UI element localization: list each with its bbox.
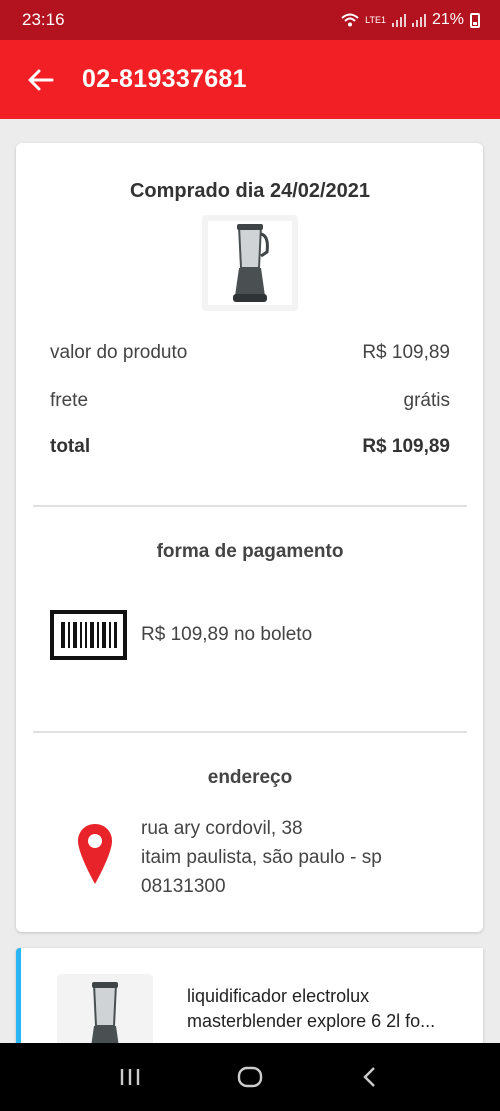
item-name-line2: masterblender explore 6 2l fo... [187,1011,436,1031]
product-value-label: valor do produto [50,342,188,363]
shipping-amount: grátis [403,390,450,411]
item-name: liquidificador electrolux masterblender … [187,984,467,1034]
address-line3: 08131300 [141,876,226,897]
barcode-icon [50,610,127,660]
purchase-date: Comprado dia 24/02/2021 [129,180,371,202]
back-button[interactable] [26,65,56,95]
system-nav-bar [0,1043,500,1111]
item-name-line1: liquidificador electrolux [187,986,370,1006]
battery-icon [470,12,480,28]
signal-icon-2 [411,13,426,27]
shipping-label: frete [50,390,89,411]
status-time: 23:16 [22,10,65,29]
divider [33,505,467,507]
total-row: total R$ 109,89 [50,436,450,458]
total-label: total [50,436,91,457]
signal-icon [391,13,406,27]
wifi-icon [341,13,359,27]
recent-apps-button[interactable] [110,1057,150,1097]
divider [33,731,467,733]
shipping-row: frete grátis [50,390,450,412]
battery-percent: 21% [431,11,464,28]
product-value-row: valor do produto R$ 109,89 [50,342,450,364]
network-label: LTE1 [365,14,386,25]
status-bar: 23:16 LTE1 21% [0,0,500,40]
home-icon [237,1066,263,1088]
location-pin-icon [78,824,112,884]
delivery-address: rua ary cordovil, 38 itaim paulista, são… [141,814,382,901]
address-line2: itaim paulista, são paulo - sp [141,847,382,868]
address-section-title: endereço [207,767,293,788]
product-thumbnail[interactable] [202,215,298,311]
payment-method-text: R$ 109,89 no boleto [141,624,313,645]
chevron-left-icon [363,1067,375,1087]
recent-apps-icon [120,1069,140,1085]
home-button[interactable] [230,1057,270,1097]
total-amount: R$ 109,89 [362,436,450,457]
arrow-left-icon [28,69,54,90]
product-value-amount: R$ 109,89 [362,342,450,363]
order-number-title: 02-819337681 [82,65,247,93]
back-nav-button[interactable] [350,1057,390,1097]
payment-section-title: forma de pagamento [156,541,344,562]
address-line1: rua ary cordovil, 38 [141,818,303,839]
status-icons: LTE1 21% [341,11,480,29]
app-bar: 02-819337681 [0,40,500,119]
blender-image [233,224,269,302]
